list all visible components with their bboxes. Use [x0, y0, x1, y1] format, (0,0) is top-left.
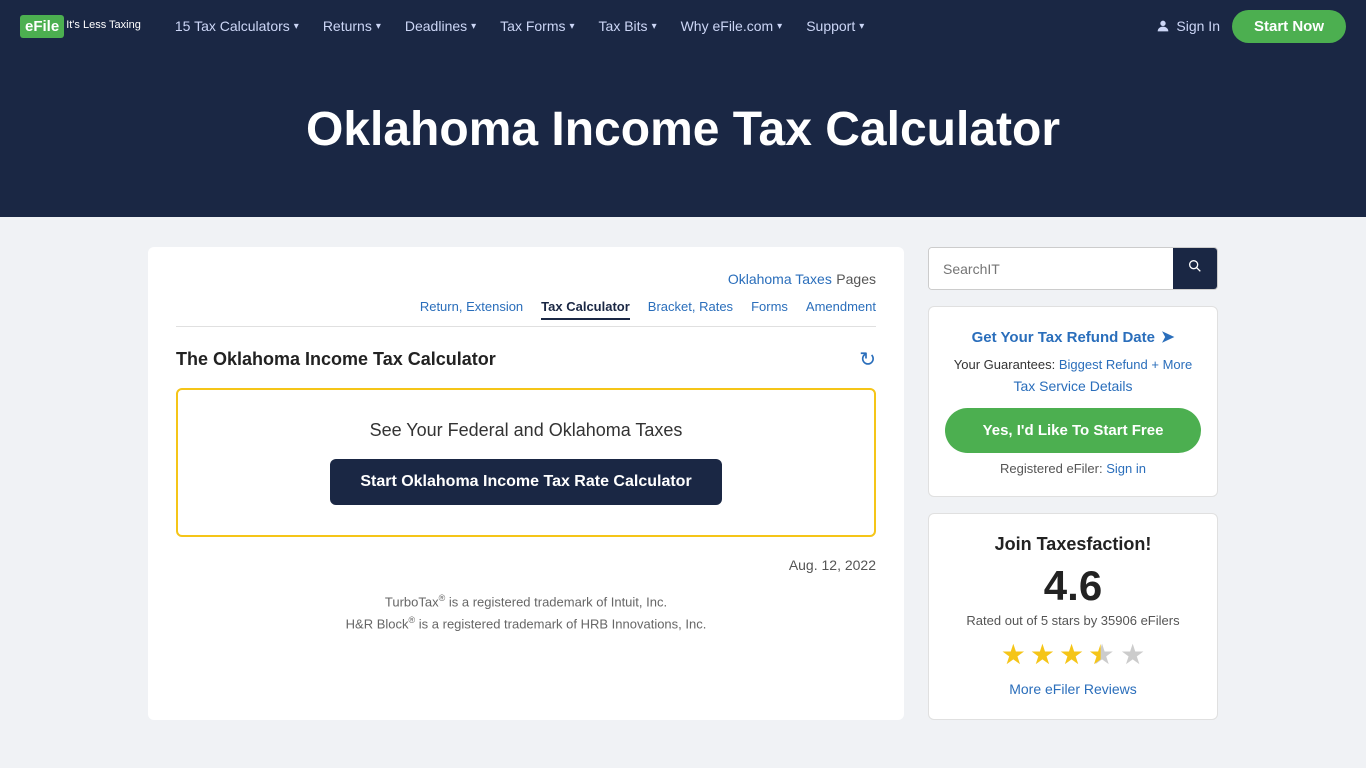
page-title: Oklahoma Income Tax Calculator — [20, 102, 1346, 157]
chevron-down-icon: ▾ — [859, 21, 864, 32]
registered-text: Registered eFiler: Sign in — [945, 461, 1201, 476]
nav-item-calculators[interactable]: 15 Tax Calculators ▾ — [165, 12, 309, 40]
calc-header: The Oklahoma Income Tax Calculator ↻ — [176, 347, 876, 372]
calc-tagline: See Your Federal and Oklahoma Taxes — [198, 420, 854, 441]
main-content: Oklahoma Taxes Pages Return, Extension T… — [0, 217, 1366, 760]
join-title: Join Taxesfaction! — [945, 534, 1201, 555]
navbar: eFile It's Less Taxing 15 Tax Calculator… — [0, 0, 1366, 52]
breadcrumb-link[interactable]: Oklahoma Taxes — [728, 271, 832, 287]
chevron-down-icon: ▾ — [471, 21, 476, 32]
star-empty: ★ — [1120, 638, 1145, 671]
reviews-link[interactable]: More eFiler Reviews — [1009, 681, 1137, 697]
search-box — [928, 247, 1218, 290]
right-panel: Get Your Tax Refund Date ➤ Your Guarante… — [928, 247, 1218, 720]
date-note: Aug. 12, 2022 — [176, 557, 876, 573]
stars-container: ★ ★ ★ ★ ★ ★ — [945, 638, 1201, 671]
page-tabs: Return, Extension Tax Calculator Bracket… — [176, 299, 876, 327]
nav-item-deadlines[interactable]: Deadlines ▾ — [395, 12, 486, 40]
breadcrumb-pages-suffix: Pages — [836, 271, 876, 287]
tab-bracket-rates[interactable]: Bracket, Rates — [648, 299, 733, 320]
calc-box: See Your Federal and Oklahoma Taxes Star… — [176, 388, 876, 537]
arrow-icon: ➤ — [1161, 327, 1174, 347]
start-free-button[interactable]: Yes, I'd Like To Start Free — [945, 408, 1201, 453]
chevron-down-icon: ▾ — [777, 21, 782, 32]
calc-start-button[interactable]: Start Oklahoma Income Tax Rate Calculato… — [330, 459, 721, 505]
breadcrumb: Oklahoma Taxes Pages — [176, 271, 876, 289]
footnotes: TurboTax® is a registered trademark of I… — [176, 591, 876, 636]
refund-date-link[interactable]: Get Your Tax Refund Date ➤ — [945, 327, 1201, 347]
chevron-down-icon: ▾ — [570, 21, 575, 32]
logo-icon: eFile — [20, 15, 64, 38]
nav-item-why-efile[interactable]: Why eFile.com ▾ — [671, 12, 793, 40]
guarantees-link[interactable]: Biggest Refund + More — [1059, 357, 1192, 372]
content-wrapper: Oklahoma Taxes Pages Return, Extension T… — [128, 247, 1238, 720]
star-half: ★ ★ — [1088, 638, 1116, 671]
logo-tagline: It's Less Taxing — [66, 19, 141, 32]
chevron-down-icon: ▾ — [294, 21, 299, 32]
tab-forms[interactable]: Forms — [751, 299, 788, 320]
star-1: ★ — [1001, 638, 1026, 671]
nav-item-tax-bits[interactable]: Tax Bits ▾ — [589, 12, 667, 40]
nav-item-tax-forms[interactable]: Tax Forms ▾ — [490, 12, 584, 40]
rating-score: 4.6 — [945, 565, 1201, 607]
nav-item-returns[interactable]: Returns ▾ — [313, 12, 391, 40]
sign-in-link[interactable]: Sign in — [1106, 461, 1146, 476]
rating-card: Join Taxesfaction! 4.6 Rated out of 5 st… — [928, 513, 1218, 720]
guarantees-text: Your Guarantees: Biggest Refund + More — [945, 357, 1201, 372]
search-input[interactable] — [929, 248, 1173, 289]
logo[interactable]: eFile It's Less Taxing — [20, 15, 141, 38]
calc-section-title: The Oklahoma Income Tax Calculator — [176, 349, 496, 370]
search-button[interactable] — [1173, 248, 1217, 289]
chevron-down-icon: ▾ — [652, 21, 657, 32]
chevron-down-icon: ▾ — [376, 21, 381, 32]
tab-amendment[interactable]: Amendment — [806, 299, 876, 320]
nav-right: Sign In Start Now — [1155, 10, 1346, 43]
search-icon — [1187, 258, 1203, 274]
footnote-turbotax: TurboTax® is a registered trademark of I… — [176, 591, 876, 613]
person-icon — [1155, 18, 1171, 34]
nav-links: 15 Tax Calculators ▾ Returns ▾ Deadlines… — [165, 12, 1156, 40]
hero-section: Oklahoma Income Tax Calculator — [0, 52, 1366, 217]
tab-return-extension[interactable]: Return, Extension — [420, 299, 523, 320]
left-panel: Oklahoma Taxes Pages Return, Extension T… — [148, 247, 904, 720]
tax-service-link[interactable]: Tax Service Details — [945, 378, 1201, 394]
star-3: ★ — [1059, 638, 1084, 671]
nav-item-support[interactable]: Support ▾ — [796, 12, 874, 40]
tab-tax-calculator[interactable]: Tax Calculator — [541, 299, 630, 320]
footnote-hrblock: H&R Block® is a registered trademark of … — [176, 613, 876, 635]
start-now-button[interactable]: Start Now — [1232, 10, 1346, 43]
sign-in-button[interactable]: Sign In — [1155, 18, 1220, 34]
refresh-icon[interactable]: ↻ — [859, 347, 876, 372]
rating-description: Rated out of 5 stars by 35906 eFilers — [945, 613, 1201, 628]
refund-card: Get Your Tax Refund Date ➤ Your Guarante… — [928, 306, 1218, 497]
star-2: ★ — [1030, 638, 1055, 671]
